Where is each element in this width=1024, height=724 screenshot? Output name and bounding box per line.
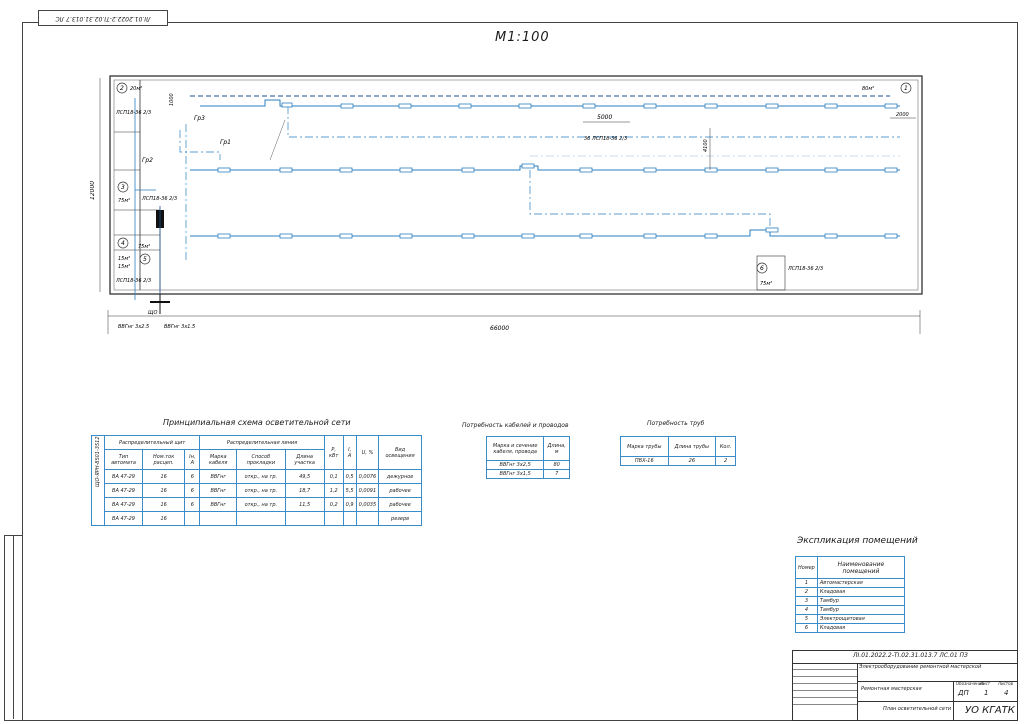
building-outline <box>109 75 923 295</box>
top-left-stamp-text: ЛІ.01.2022.2-ТІ.02.31.013.7 ЛС <box>55 15 151 22</box>
cables-table: Марка и сечение кабеля, провода Длина, м … <box>485 436 570 479</box>
dim-right: 2000 <box>896 112 909 118</box>
fixture-label-1: ЛСП18-36 2/3 <box>115 110 151 116</box>
schema-header-in: Iн, А <box>184 449 201 470</box>
pipes-title: Потребность труб <box>647 420 705 427</box>
schema-header-method: Способ прокладки <box>236 449 286 470</box>
rooms-row: 6 Кладовая <box>795 623 906 633</box>
area-label-3: 75м² <box>118 198 130 204</box>
rooms-row: 4 Тамбур <box>795 605 906 615</box>
title-block: ЛІ.01.2022.2-ТІ.02.31.013.7 ЛС.01 ПЗ Эле… <box>792 650 1018 721</box>
group-label-2: Гр2 <box>142 157 153 164</box>
cable-label-3: ВВГнг 3х1.5 <box>164 324 195 330</box>
fixture-label-4: ЛСП18-36 2/3 <box>787 266 823 272</box>
cable-label-2: ЩО <box>148 310 157 316</box>
schema-title: Принципиальная схема осветительной сети <box>163 418 351 427</box>
schema-header-i: I, А <box>342 435 357 470</box>
area-label-1: 80м² <box>862 86 874 92</box>
fixture-label-2: ЛСП18-36 2/3 <box>141 196 177 202</box>
schema-header-group-1: Распределительный щит <box>103 435 201 450</box>
cables-title: Потребность кабелей и проводов <box>462 422 569 429</box>
dim-vert-4100: 4100 <box>703 139 709 152</box>
rooms-row: 1 Автомастерская <box>795 578 906 588</box>
area-label-5: 15м² <box>118 256 130 262</box>
group-label-1: Гр1 <box>220 139 231 146</box>
schema-header-length: Длина участка <box>284 449 325 470</box>
schema-row: ВА 47-29 16 6 ВВГнг откр., на тр. 18,7 1,2 5,… <box>92 483 422 498</box>
pipes-table: Марка трубы Длина трубы Кол. ПВХ-16 26 2 <box>620 436 736 466</box>
schema-header-p: Р, кВт <box>323 435 344 470</box>
cables-row: ВВГнг 3х1,5 7 <box>485 469 570 479</box>
area-label-4: 75м² <box>138 244 150 250</box>
title-block-code: ЛІ.01.2022.2-ТІ.02.31.013.7 ЛС.01 ПЗ <box>853 652 968 659</box>
group-line-1 <box>200 99 900 107</box>
rooms-row: 3 Тамбур <box>795 596 906 606</box>
room-label-1: 1 <box>904 85 908 92</box>
group-line-3 <box>190 229 900 237</box>
schema-header-group-2: Распределительная линия <box>199 435 325 450</box>
area-label-7: 75м² <box>760 281 772 287</box>
rooms-title: Экспликация помещений <box>797 536 918 546</box>
dim-vert-1000: 1000 <box>169 93 175 106</box>
title-block-sheets-label: Листов <box>998 681 1013 686</box>
rooms-row: 2 Кладовая <box>795 587 906 597</box>
room-label-2: 2 <box>120 85 124 92</box>
title-block-org: УО КГАТК <box>965 705 1015 716</box>
title-block-stage: ДП <box>958 689 969 697</box>
schema-side-label: ЩО-ЯРН-8501-3512 <box>95 435 101 487</box>
dim-total-width: 66000 <box>490 325 509 332</box>
rooms-table: Номер Наименование помещений 1 Автомастерс… <box>795 556 906 633</box>
cable-label-1: ВВГнг 3х2.5 <box>118 324 149 330</box>
floor-plan: 66000 12000 5000 2000 1000 4100 1 2 3 4 … <box>90 75 923 334</box>
rooms-row: 5 Электрощитовая <box>795 614 906 624</box>
schema-row: ВА 47-29 16 6 ВВГнг откр., на тр. 49,5 0,1 0,… <box>92 469 422 484</box>
schema-header-cable: Марка кабеля <box>199 449 238 470</box>
schema-header-automat: Тип автомата <box>104 449 143 470</box>
cables-row: ВВГнг 3х2,5 80 <box>485 460 570 470</box>
building-outline-inner <box>113 79 919 291</box>
schema-header-type: Вид освещения <box>378 435 422 470</box>
fixtures-row-2 <box>217 163 898 173</box>
schema-row: ВА 47-29 16 6 ВВГнг откр., на тр. 11,5 0,2 0,… <box>92 497 422 512</box>
schema-table: ЩО-ЯРН-8501-3512 Распределительный щит Р… <box>91 435 422 526</box>
fixture-label-3: ЛСП18-36 2/3 <box>115 278 151 284</box>
area-label-2: 20м² <box>130 86 142 92</box>
top-left-stamp: ЛІ.01.2022.2-ТІ.02.31.013.7 ЛС <box>38 10 168 26</box>
room-label-5: 5 <box>143 256 147 263</box>
group-label-3: Гр3 <box>194 115 205 122</box>
dim-span: 5000 <box>597 114 612 121</box>
drawing-scale-title: М1:100 <box>495 30 550 45</box>
schema-row: ВА 47-29 16 резерв <box>92 511 422 526</box>
room-label-4: 4 <box>121 240 125 247</box>
room-label-3: 3 <box>121 184 125 191</box>
title-block-subtitle: Ремонтная мастерская <box>861 686 922 692</box>
title-block-drawing-name: План осветительной сети <box>883 706 952 712</box>
pipes-row: ПВХ-16 26 2 <box>620 456 736 466</box>
schema-header-nom: Ном.ток расцеп. <box>141 449 186 470</box>
room-label-6: 6 <box>760 265 764 272</box>
title-block-sheet: 1 <box>984 689 989 697</box>
title-block-sheets: 4 <box>1004 689 1009 697</box>
left-stamp-strip-inner <box>13 535 23 719</box>
title-block-sheet-label: Лист <box>980 681 991 686</box>
area-label-6: 15м² <box>118 264 130 270</box>
group-line-2 <box>190 165 900 171</box>
fixture-label-5: 36 ЛСП18-36 2/3 <box>584 136 627 142</box>
room-markers <box>116 82 912 274</box>
schema-header-u: U, % <box>355 435 380 470</box>
dim-total-height: 12000 <box>90 181 96 200</box>
title-block-description: Электрооборудование ремонтной мастерской <box>859 664 982 670</box>
